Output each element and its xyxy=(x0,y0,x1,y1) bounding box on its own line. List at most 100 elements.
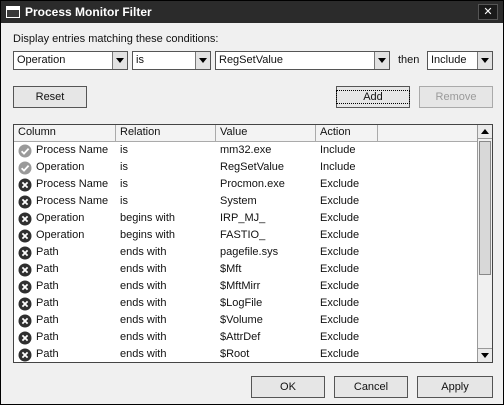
table-row[interactable]: Path ends with $AttrDef Exclude xyxy=(14,329,477,346)
cell-value: FASTIO_ xyxy=(220,229,266,241)
chevron-down-icon[interactable] xyxy=(477,52,492,69)
cell-action: Exclude xyxy=(320,178,360,190)
column-select[interactable]: Operation xyxy=(13,51,128,70)
table-row[interactable]: Path ends with $MftMirr Exclude xyxy=(14,278,477,295)
table-row[interactable]: Operation begins with IRP_MJ_ Exclude xyxy=(14,210,477,227)
window-title: Process Monitor Filter xyxy=(25,5,152,19)
cell-action: Exclude xyxy=(320,246,360,258)
cell-value: Procmon.exe xyxy=(220,178,285,190)
cell-relation: is xyxy=(120,144,128,156)
x-icon[interactable] xyxy=(18,263,32,277)
table-row[interactable]: Path ends with $Root Exclude xyxy=(14,346,477,362)
value-combo-value: RegSetValue xyxy=(219,54,284,66)
cell-value: $Volume xyxy=(220,314,263,326)
relation-select[interactable]: is xyxy=(132,51,211,70)
add-button[interactable]: Add xyxy=(336,86,410,108)
cell-relation: ends with xyxy=(120,280,167,292)
table-row[interactable]: Operation begins with FASTIO_ Exclude xyxy=(14,227,477,244)
cell-value: pagefile.sys xyxy=(220,246,279,258)
cell-action: Exclude xyxy=(320,331,360,343)
cell-relation: is xyxy=(120,178,128,190)
x-icon[interactable] xyxy=(18,195,32,209)
column-select-value: Operation xyxy=(17,54,66,66)
cell-value: System xyxy=(220,195,257,207)
cell-column: Process Name xyxy=(36,178,109,190)
cell-action: Exclude xyxy=(320,348,360,360)
cell-relation: ends with xyxy=(120,348,167,360)
cell-column: Path xyxy=(36,297,59,309)
cell-column: Process Name xyxy=(36,144,109,156)
cell-action: Exclude xyxy=(320,195,360,207)
table-row[interactable]: Path ends with pagefile.sys Exclude xyxy=(14,244,477,261)
conditions-prompt: Display entries matching these condition… xyxy=(13,33,219,45)
value-combo[interactable]: RegSetValue xyxy=(215,51,390,70)
ok-button[interactable]: OK xyxy=(251,376,325,398)
cell-column: Operation xyxy=(36,161,85,173)
cell-value: $MftMirr xyxy=(220,280,261,292)
cell-value: $AttrDef xyxy=(220,331,261,343)
reset-button[interactable]: Reset xyxy=(13,86,87,108)
remove-button[interactable]: Remove xyxy=(419,86,493,108)
table-row[interactable]: Path ends with $Mft Exclude xyxy=(14,261,477,278)
x-icon[interactable] xyxy=(18,178,32,192)
cell-column: Operation xyxy=(36,212,85,224)
check-icon[interactable] xyxy=(18,161,32,175)
x-icon[interactable] xyxy=(18,280,32,294)
header-column[interactable]: Column xyxy=(14,125,116,141)
action-select[interactable]: Include xyxy=(427,51,493,70)
cell-column: Process Name xyxy=(36,195,109,207)
cell-action: Exclude xyxy=(320,212,360,224)
x-icon[interactable] xyxy=(18,348,32,362)
cell-relation: begins with xyxy=(120,229,176,241)
cell-action: Exclude xyxy=(320,280,360,292)
title-bar[interactable]: Process Monitor Filter ✕ xyxy=(1,1,503,23)
x-icon[interactable] xyxy=(18,229,32,243)
filter-list[interactable]: Column Relation Value Action Process Nam… xyxy=(13,124,493,363)
cell-relation: ends with xyxy=(120,246,167,258)
cell-relation: is xyxy=(120,195,128,207)
cell-action: Exclude xyxy=(320,229,360,241)
cell-relation: ends with xyxy=(120,331,167,343)
cell-relation: ends with xyxy=(120,314,167,326)
table-row[interactable]: Operation is RegSetValue Include xyxy=(14,159,477,176)
cell-value: mm32.exe xyxy=(220,144,272,156)
header-relation[interactable]: Relation xyxy=(116,125,216,141)
cell-value: $Mft xyxy=(220,263,242,275)
x-icon[interactable] xyxy=(18,212,32,226)
cell-column: Path xyxy=(36,280,59,292)
apply-button[interactable]: Apply xyxy=(417,376,493,398)
header-value[interactable]: Value xyxy=(216,125,316,141)
x-icon[interactable] xyxy=(18,331,32,345)
list-header: Column Relation Value Action xyxy=(14,125,477,142)
scroll-down-icon[interactable] xyxy=(478,348,492,362)
cell-value: RegSetValue xyxy=(220,161,285,173)
table-row[interactable]: Process Name is System Exclude xyxy=(14,193,477,210)
table-row[interactable]: Process Name is Procmon.exe Exclude xyxy=(14,176,477,193)
chevron-down-icon[interactable] xyxy=(374,52,389,69)
chevron-down-icon[interactable] xyxy=(195,52,210,69)
cell-relation: begins with xyxy=(120,212,176,224)
x-icon[interactable] xyxy=(18,297,32,311)
list-scrollbar[interactable] xyxy=(477,125,492,362)
table-row[interactable]: Path ends with $LogFile Exclude xyxy=(14,295,477,312)
action-select-value: Include xyxy=(431,54,467,66)
x-icon[interactable] xyxy=(18,314,32,328)
table-row[interactable]: Path ends with $Volume Exclude xyxy=(14,312,477,329)
header-action[interactable]: Action xyxy=(316,125,378,141)
check-icon[interactable] xyxy=(18,144,32,158)
scroll-up-icon[interactable] xyxy=(478,125,492,139)
cell-value: IRP_MJ_ xyxy=(220,212,266,224)
close-button[interactable]: ✕ xyxy=(478,4,498,20)
add-button-label: Add xyxy=(336,90,410,104)
scroll-thumb[interactable] xyxy=(479,141,491,275)
cell-column: Path xyxy=(36,348,59,360)
cell-action: Include xyxy=(320,144,356,156)
table-row[interactable]: Process Name is mm32.exe Include xyxy=(14,142,477,159)
cell-action: Exclude xyxy=(320,263,360,275)
cell-action: Include xyxy=(320,161,356,173)
chevron-down-icon[interactable] xyxy=(112,52,127,69)
cancel-button[interactable]: Cancel xyxy=(334,376,408,398)
x-icon[interactable] xyxy=(18,246,32,260)
cell-relation: ends with xyxy=(120,297,167,309)
relation-select-value: is xyxy=(136,54,144,66)
